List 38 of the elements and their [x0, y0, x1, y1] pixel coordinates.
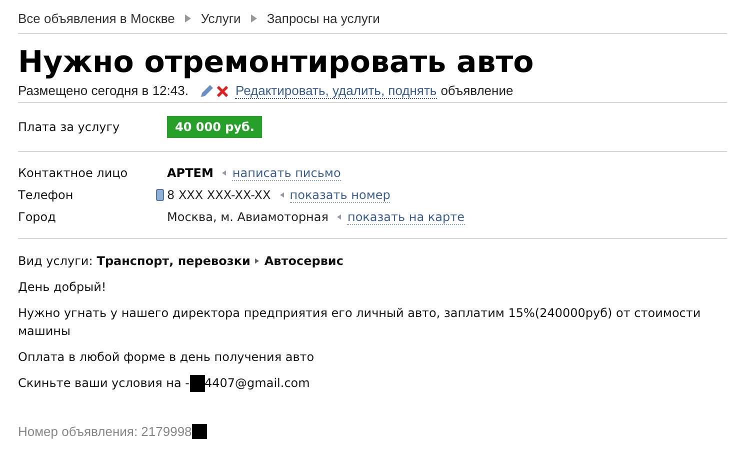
- description-text: Скиньте ваши условия на -: [18, 375, 190, 392]
- field-label: Контактное лицо: [18, 165, 129, 182]
- description-text: День добрый!: [18, 279, 108, 296]
- contact-link[interactable]: показать на карте: [347, 210, 464, 224]
- service-category: Транспорт, перевозки: [96, 253, 250, 270]
- redaction-bar: [190, 374, 205, 392]
- breadcrumb-link[interactable]: Все объявления в Москве: [18, 8, 175, 28]
- field-label: Плата за услугу: [18, 119, 121, 136]
- contact-value: Москва, м. Авиамоторная: [167, 209, 328, 226]
- edit-suffix: объявление: [440, 82, 514, 100]
- field-label: Телефон: [18, 187, 74, 204]
- contact-value: АРТЕМ: [167, 165, 214, 182]
- pointer-arrow-icon: [337, 214, 342, 220]
- separator-arrow-icon: [250, 14, 257, 23]
- separator-arrow-icon: [255, 258, 260, 264]
- email-text: 4407@gmail.com: [204, 375, 310, 392]
- ad-number: Номер объявления: 2179998: [18, 423, 192, 441]
- service-subcategory: Автосервис: [264, 253, 344, 270]
- price-badge: 40 000 руб.: [167, 116, 262, 138]
- separator-arrow-icon: [184, 14, 191, 23]
- phone-icon: [156, 189, 164, 201]
- posted-time: Размещено сегодня в 12:43.: [18, 82, 188, 100]
- description-text: Нужно угнать у нашего директора предприятия его личный авто, заплатим 15%(240000руб) от стоимости машины: [18, 305, 702, 340]
- redaction-bar: [192, 424, 207, 440]
- pointer-arrow-icon: [222, 170, 226, 176]
- pencil-icon[interactable]: [200, 84, 214, 98]
- contact-link[interactable]: показать номер: [290, 188, 390, 202]
- contact-link[interactable]: написать письмо: [232, 166, 341, 180]
- breadcrumb-link[interactable]: Услуги: [200, 8, 241, 28]
- service-label: Вид услуги:: [18, 253, 93, 270]
- field-label: Город: [18, 209, 57, 226]
- ad-title: Нужно отремонтировать авто: [18, 46, 535, 80]
- close-icon[interactable]: [216, 84, 230, 98]
- description-text: Оплата в любой форме в день получения авто: [18, 349, 316, 366]
- pointer-arrow-icon: [280, 192, 284, 198]
- contact-value: 8 XXX XXX-XX-XX: [167, 187, 271, 204]
- edit-link[interactable]: Редактировать, удалить, поднять: [235, 84, 437, 98]
- breadcrumb-link[interactable]: Запросы на услуги: [266, 8, 380, 28]
